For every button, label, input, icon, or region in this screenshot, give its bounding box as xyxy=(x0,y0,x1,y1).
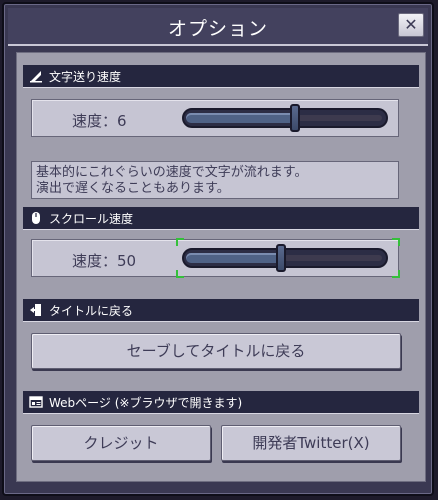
options-panel: 文字送り速度 速度：6 基本的にこれぐらいの速度で文字が流れます。 演出で遅くな… xyxy=(16,52,426,482)
focus-corner xyxy=(176,270,184,278)
focus-corner xyxy=(176,238,184,246)
scroll-speed-slider[interactable] xyxy=(182,244,388,272)
web-page-section: Webページ (※ブラウザで開きます) クレジット 開発者Twitter(X) xyxy=(23,391,419,477)
web-page-header: Webページ (※ブラウザで開きます) xyxy=(23,391,419,414)
exit-door-icon xyxy=(30,304,41,316)
slider-fill xyxy=(186,113,298,123)
scroll-speed-section: スクロール速度 速度：50 xyxy=(23,207,419,293)
close-button[interactable]: ✕ xyxy=(398,13,424,37)
description-line: 基本的にこれぐらいの速度で文字が流れます。 xyxy=(36,165,308,180)
focus-corner xyxy=(392,238,400,246)
options-window: オプション ✕ 文字送り速度 速度：6 基本的にこれぐらいの速度で文字が流れます… xyxy=(2,2,434,496)
text-speed-slider[interactable] xyxy=(182,104,388,132)
return-title-header: タイトルに戻る xyxy=(23,299,419,322)
description-line: 演出で遅くなることもあります。 xyxy=(36,181,230,196)
return-title-section: タイトルに戻る セーブしてタイトルに戻る xyxy=(23,299,419,383)
text-speed-row: 速度：6 xyxy=(31,99,399,137)
scroll-speed-label: 速度：50 xyxy=(72,252,137,270)
slider-fill xyxy=(186,253,282,263)
text-speed-description: 基本的にこれぐらいの速度で文字が流れます。 演出で遅くなることもあります。 xyxy=(31,161,399,199)
text-speed-section: 文字送り速度 速度：6 基本的にこれぐらいの速度で文字が流れます。 演出で遅くな… xyxy=(23,65,419,205)
mouse-icon xyxy=(32,212,40,224)
scroll-speed-header: スクロール速度 xyxy=(23,207,419,230)
text-speed-label: 速度：6 xyxy=(72,112,127,130)
text-speed-title: 文字送り速度 xyxy=(49,69,122,84)
slider-track xyxy=(294,115,382,121)
scroll-speed-title: スクロール速度 xyxy=(49,211,134,226)
focus-corner xyxy=(392,270,400,278)
title-bar: オプション ✕ xyxy=(8,8,428,46)
save-and-return-button[interactable]: セーブしてタイトルに戻る xyxy=(31,333,401,369)
browser-window-icon xyxy=(29,396,43,408)
scroll-speed-row: 速度：50 xyxy=(31,238,400,278)
text-speed-header: 文字送り速度 xyxy=(23,65,419,88)
close-icon: ✕ xyxy=(404,15,418,34)
slider-knob[interactable] xyxy=(290,104,300,132)
web-page-title: Webページ (※ブラウザで開きます) xyxy=(49,395,243,410)
window-title: オプション xyxy=(167,18,268,40)
credit-button[interactable]: クレジット xyxy=(31,425,211,461)
feather-pen-icon xyxy=(30,71,42,83)
return-title-title: タイトルに戻る xyxy=(49,303,134,318)
developer-twitter-button[interactable]: 開発者Twitter(X) xyxy=(221,425,401,461)
slider-knob[interactable] xyxy=(276,244,286,272)
slider-track xyxy=(284,255,382,261)
